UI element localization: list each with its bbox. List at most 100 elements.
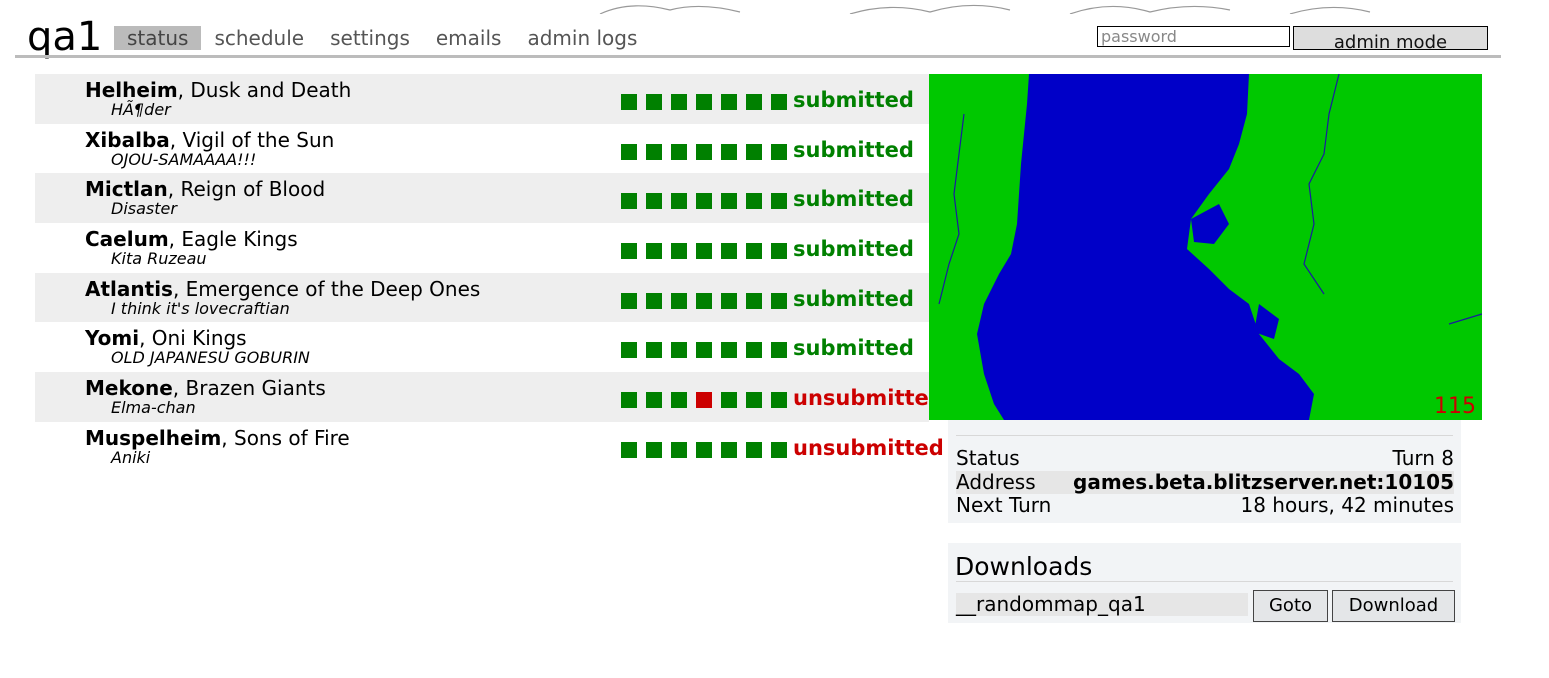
- turn-square: [696, 342, 712, 359]
- turn-square: [671, 243, 687, 260]
- turn-square: [646, 193, 662, 210]
- turn-square: [646, 392, 662, 409]
- player-row: Caelum, Eagle Kings Kita Ruzeau submitted: [35, 223, 929, 273]
- nation-title: Mekone: [85, 376, 173, 401]
- downloads-panel: Downloads __randommap_qa1 Goto Download: [948, 543, 1461, 623]
- status-panel: Status Turn 8 Address games.beta.blitzse…: [948, 420, 1461, 523]
- player-name: OLD JAPANESU GOBURIN: [111, 348, 310, 368]
- turn-square: [746, 441, 762, 458]
- turn-square: [696, 94, 712, 110]
- turn-square: [646, 292, 662, 309]
- turn-history: [621, 193, 796, 210]
- turn-square: [721, 342, 737, 359]
- nation-epithet: , Emergence of the Deep Ones: [172, 276, 481, 301]
- turn-square: [721, 193, 737, 210]
- game-map: 115: [929, 74, 1482, 420]
- nation-epithet: , Vigil of the Sun: [169, 127, 335, 152]
- address-value: games.beta.blitzserver.net:10105: [1073, 470, 1454, 494]
- nation-epithet: , Sons of Fire: [221, 425, 350, 450]
- turn-square: [771, 392, 787, 409]
- nation-title: Muspelheim: [85, 425, 222, 450]
- nation-name: Yomi, Oni Kings: [85, 326, 247, 350]
- nav-tabs: status schedule settings emails admin lo…: [114, 26, 650, 50]
- nation-name: Helheim, Dusk and Death: [85, 78, 351, 102]
- players-list: Helheim, Dusk and Death HÃ¶der submitted Xi…: [35, 74, 944, 472]
- turn-square: [621, 243, 637, 260]
- nation-name: Atlantis, Emergence of the Deep Ones: [85, 277, 480, 301]
- turn-square: [671, 441, 687, 458]
- nation-epithet: , Dusk and Death: [177, 78, 352, 102]
- turn-square: [646, 243, 662, 260]
- turn-square: [771, 94, 787, 110]
- status-divider: [956, 435, 1453, 436]
- turn-square: [646, 143, 662, 160]
- turn-history: [621, 392, 796, 409]
- player-row: Mekone, Brazen Giants Elma-chan unsubmitte…: [35, 372, 944, 422]
- player-name: Elma-chan: [111, 398, 196, 418]
- next-turn-row: Next Turn 18 hours, 42 minutes: [956, 494, 1454, 517]
- submission-status: submitted: [793, 286, 914, 311]
- game-title: qa1: [27, 14, 103, 60]
- nation-epithet: , Oni Kings: [139, 326, 247, 351]
- submission-status: unsubmitted: [793, 386, 944, 411]
- turn-square: [646, 342, 662, 359]
- turn-square: [696, 292, 712, 309]
- turn-square: [746, 243, 762, 260]
- player-row: Mictlan, Reign of Blood Disaster submitted: [35, 173, 929, 224]
- turn-square: [621, 392, 637, 409]
- goto-button[interactable]: Goto: [1253, 590, 1328, 622]
- submission-status: submitted: [793, 336, 914, 361]
- nation-epithet: , Reign of Blood: [167, 177, 326, 202]
- tab-emails[interactable]: emails: [423, 26, 515, 50]
- status-row: Status Turn 8: [956, 447, 1454, 470]
- submission-status: submitted: [793, 137, 914, 162]
- turn-square: [621, 292, 637, 309]
- nation-title: Yomi: [85, 326, 140, 351]
- turn-history: [621, 243, 796, 260]
- download-button[interactable]: Download: [1332, 590, 1455, 622]
- status-key: Status: [956, 446, 1020, 470]
- password-input[interactable]: [1097, 26, 1290, 47]
- player-row: Xibalba, Vigil of the Sun OJOU-SAMAAAA!!!…: [35, 124, 929, 174]
- turn-history: [621, 292, 796, 309]
- turn-square: [621, 342, 637, 359]
- player-name: Disaster: [111, 199, 177, 219]
- turn-square: [671, 94, 687, 110]
- nation-name: Mictlan, Reign of Blood: [85, 177, 325, 201]
- player-name: Aniki: [111, 447, 151, 467]
- turn-square: [771, 143, 787, 160]
- nation-title: Atlantis: [85, 276, 173, 301]
- admin-mode-button[interactable]: admin mode: [1293, 26, 1488, 53]
- turn-square: [721, 94, 737, 110]
- player-name: Kita Ruzeau: [111, 249, 207, 269]
- tab-settings[interactable]: settings: [317, 26, 423, 50]
- tab-admin-logs[interactable]: admin logs: [514, 26, 650, 50]
- turn-square: [771, 193, 787, 210]
- turn-square: [621, 143, 637, 160]
- turn-square: [771, 243, 787, 260]
- turn-square: [646, 94, 662, 110]
- nation-title: Xibalba: [85, 127, 170, 152]
- turn-square: [721, 441, 737, 458]
- turn-square: [696, 392, 712, 409]
- turn-square: [746, 292, 762, 309]
- downloads-divider: [956, 581, 1453, 582]
- turn-square: [696, 193, 712, 210]
- tab-status[interactable]: status: [114, 26, 202, 50]
- submission-status: submitted: [793, 237, 914, 262]
- turn-square: [746, 94, 762, 110]
- turn-square: [621, 441, 637, 458]
- turn-square: [771, 292, 787, 309]
- tab-schedule[interactable]: schedule: [201, 26, 317, 50]
- nation-name: Caelum, Eagle Kings: [85, 227, 298, 251]
- nation-title: Helheim: [85, 78, 178, 102]
- nation-title: Caelum: [85, 227, 169, 252]
- address-key: Address: [956, 470, 1036, 494]
- turn-history: [621, 342, 796, 359]
- turn-square: [721, 392, 737, 409]
- turn-square: [621, 193, 637, 210]
- turn-square: [671, 143, 687, 160]
- turn-history: [621, 143, 796, 160]
- nation-epithet: , Eagle Kings: [168, 227, 298, 252]
- player-name: HÃ¶der: [111, 100, 171, 119]
